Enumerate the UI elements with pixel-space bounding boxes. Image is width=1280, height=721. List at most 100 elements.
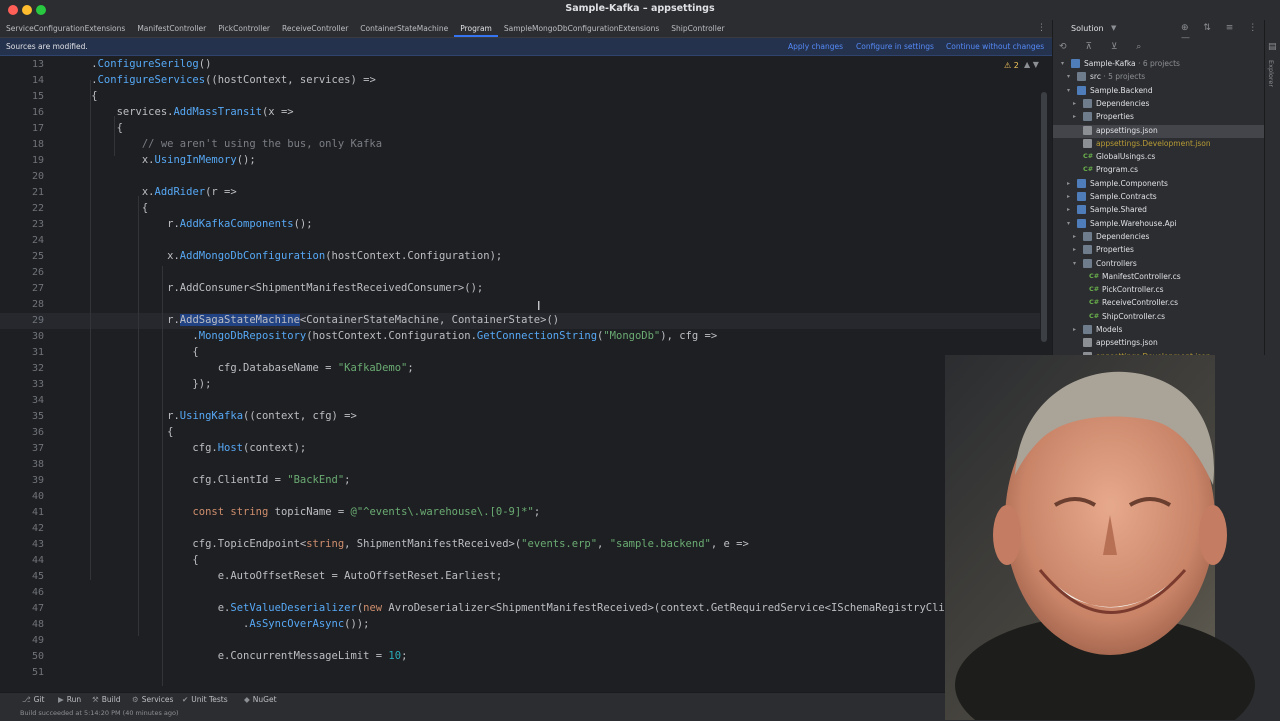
tab-serviceconfigurationextensions[interactable]: ServiceConfigurationExtensions (0, 20, 131, 37)
code-text[interactable]: r.AddKafkaComponents(); (66, 218, 312, 230)
code-line[interactable]: 30 .MongoDbRepository(hostContext.Config… (0, 329, 1046, 345)
editor-scrollbar-thumb[interactable] (1041, 92, 1047, 342)
toolwindow-nuget[interactable]: ◆ NuGet (244, 695, 277, 704)
code-line[interactable]: 26 (0, 265, 1046, 281)
code-line[interactable]: 33 }); (0, 377, 1046, 393)
code-text[interactable]: x.AddMongoDbConfiguration(hostContext.Co… (66, 250, 502, 262)
tabs-overflow-icon[interactable]: ⋮ (1037, 23, 1046, 33)
code-text[interactable]: x.AddRider(r => (66, 186, 237, 198)
code-text[interactable]: x.UsingInMemory(); (66, 154, 256, 166)
configure-in-settings-link[interactable]: Configure in settings (856, 42, 934, 51)
code-line[interactable]: 38 (0, 457, 1046, 473)
code-line[interactable]: 21 x.AddRider(r => (0, 185, 1046, 201)
warning-indicator[interactable]: ⚠ 2 (1004, 61, 1019, 70)
tree-item[interactable]: ▾ Controllers (1053, 258, 1265, 271)
solution-toolbar-icons[interactable]: ⊕ ⇅ ≡ ⋮ — (1181, 23, 1265, 43)
code-text[interactable]: r.AddSagaStateMachine<ContainerStateMach… (66, 314, 559, 326)
solution-secondary-toolbar[interactable]: ⟲ ⊼ ⊻ ⌕ (1059, 42, 1149, 52)
code-line[interactable]: 49 (0, 633, 1046, 649)
tab-shipcontroller[interactable]: ShipController (665, 20, 730, 37)
tree-item[interactable]: appsettings.json (1053, 337, 1265, 350)
code-text[interactable]: .ConfigureSerilog() (66, 58, 211, 70)
code-text[interactable]: .AsSyncOverAsync()); (66, 618, 369, 630)
toolwindow-run[interactable]: ▶ Run (58, 695, 81, 704)
chevron-down-icon[interactable]: ▾ (1061, 60, 1064, 67)
toolwindow-build[interactable]: ⚒ Build (92, 695, 121, 704)
chevron-down-icon[interactable]: ▼ (1111, 24, 1116, 32)
solution-title[interactable]: Solution (1071, 24, 1104, 33)
tree-item[interactable]: appsettings.json (1053, 124, 1265, 138)
tree-item[interactable]: ▾ Sample.Backend (1053, 85, 1265, 98)
tree-item[interactable]: ▸ Sample.Shared (1053, 204, 1265, 217)
tab-samplemongodbconfigurationextensions[interactable]: SampleMongoDbConfigurationExtensions (498, 20, 665, 37)
chevron-right-icon[interactable]: ▸ (1073, 246, 1076, 253)
code-text[interactable]: cfg.Host(context); (66, 442, 306, 454)
code-line[interactable]: 25 x.AddMongoDbConfiguration(hostContext… (0, 249, 1046, 265)
code-text[interactable]: cfg.DatabaseName = "KafkaDemo"; (66, 362, 414, 374)
apply-changes-link[interactable]: Apply changes (788, 42, 843, 51)
code-text[interactable]: cfg.ClientId = "BackEnd"; (66, 474, 350, 486)
tree-item[interactable]: C# ShipController.cs (1053, 311, 1265, 324)
code-line[interactable]: 34 (0, 393, 1046, 409)
chevron-right-icon[interactable]: ▸ (1073, 100, 1076, 107)
chevron-right-icon[interactable]: ▸ (1067, 193, 1070, 200)
code-line[interactable]: 41 const string topicName = @"^events\.w… (0, 505, 1046, 521)
tab-containerstatemachine[interactable]: ContainerStateMachine (354, 20, 454, 37)
code-line[interactable]: 32 cfg.DatabaseName = "KafkaDemo"; (0, 361, 1046, 377)
tree-item[interactable]: C# PickController.cs (1053, 284, 1265, 297)
code-line[interactable]: 40 (0, 489, 1046, 505)
code-line[interactable]: 37 cfg.Host(context); (0, 441, 1046, 457)
chevron-right-icon[interactable]: ▸ (1073, 113, 1076, 120)
code-text[interactable]: .MongoDbRepository(hostContext.Configura… (66, 330, 717, 342)
tab-pickcontroller[interactable]: PickController (212, 20, 276, 37)
toolwindow-unit-tests[interactable]: ✔ Unit Tests (182, 695, 228, 704)
code-text[interactable]: e.ConcurrentMessageLimit = 10; (66, 650, 408, 662)
toolwindow-git[interactable]: ⎇ Git (22, 695, 45, 704)
code-line[interactable]: 35 r.UsingKafka((context, cfg) => (0, 409, 1046, 425)
code-line[interactable]: 51 (0, 665, 1046, 681)
explorer-tab[interactable]: Explorer (1267, 60, 1275, 87)
code-text[interactable]: r.UsingKafka((context, cfg) => (66, 410, 357, 422)
chevron-down-icon[interactable]: ▾ (1067, 87, 1070, 94)
code-line[interactable]: 15 { (0, 89, 1046, 105)
tree-item[interactable]: ▸ Sample.Components (1053, 178, 1265, 191)
code-line[interactable]: 36 { (0, 425, 1046, 441)
chevron-right-icon[interactable]: ▸ (1067, 206, 1070, 213)
code-text[interactable]: e.AutoOffsetReset = AutoOffsetReset.Earl… (66, 570, 502, 582)
code-line[interactable]: 46 (0, 585, 1046, 601)
tab-receivecontroller[interactable]: ReceiveController (276, 20, 354, 37)
code-line[interactable]: 27 r.AddConsumer<ShipmentManifestReceive… (0, 281, 1046, 297)
continue-without-changes-link[interactable]: Continue without changes (946, 42, 1044, 51)
code-line[interactable]: 31 { (0, 345, 1046, 361)
warning-nav-arrows[interactable]: ▲ ▼ (1024, 60, 1039, 69)
tree-item[interactable]: ▾ src · 5 projects (1053, 71, 1265, 84)
tab-program[interactable]: Program (454, 20, 498, 37)
tree-item[interactable]: ▸ Dependencies (1053, 98, 1265, 111)
tree-item[interactable]: ▸ Properties (1053, 244, 1265, 257)
code-line[interactable]: 23 r.AddKafkaComponents(); (0, 217, 1046, 233)
code-line[interactable]: 29 r.AddSagaStateMachine<ContainerStateM… (0, 313, 1046, 329)
code-text[interactable]: { (66, 426, 173, 438)
chevron-down-icon[interactable]: ▾ (1073, 260, 1076, 267)
tree-item[interactable]: C# ReceiveController.cs (1053, 297, 1265, 310)
code-line[interactable]: 18 // we aren't using the bus, only Kafk… (0, 137, 1046, 153)
tree-item[interactable]: appsettings.Development.json (1053, 138, 1265, 151)
tree-item[interactable]: ▸ Properties (1053, 111, 1265, 124)
code-text[interactable]: services.AddMassTransit(x => (66, 106, 294, 118)
code-line[interactable]: 14 .ConfigureServices((hostContext, serv… (0, 73, 1046, 89)
chevron-down-icon[interactable]: ▾ (1067, 73, 1070, 80)
code-text[interactable]: .ConfigureServices((hostContext, service… (66, 74, 375, 86)
explorer-icon[interactable]: ▤ (1268, 42, 1277, 52)
code-line[interactable]: 43 cfg.TopicEndpoint<string, ShipmentMan… (0, 537, 1046, 553)
tree-item[interactable]: C# ManifestController.cs (1053, 271, 1265, 284)
code-line[interactable]: 17 { (0, 121, 1046, 137)
code-line[interactable]: 47 e.SetValueDeserializer(new AvroDeseri… (0, 601, 1046, 617)
toolwindow-services[interactable]: ⚙ Services (132, 695, 173, 704)
code-line[interactable]: 13 .ConfigureSerilog() (0, 57, 1046, 73)
code-line[interactable]: 48 .AsSyncOverAsync()); (0, 617, 1046, 633)
code-line[interactable]: 24 (0, 233, 1046, 249)
code-line[interactable]: 45 e.AutoOffsetReset = AutoOffsetReset.E… (0, 569, 1046, 585)
code-text[interactable]: { (66, 554, 198, 566)
code-line[interactable]: 20 (0, 169, 1046, 185)
tree-item[interactable]: ▸ Sample.Contracts (1053, 191, 1265, 204)
